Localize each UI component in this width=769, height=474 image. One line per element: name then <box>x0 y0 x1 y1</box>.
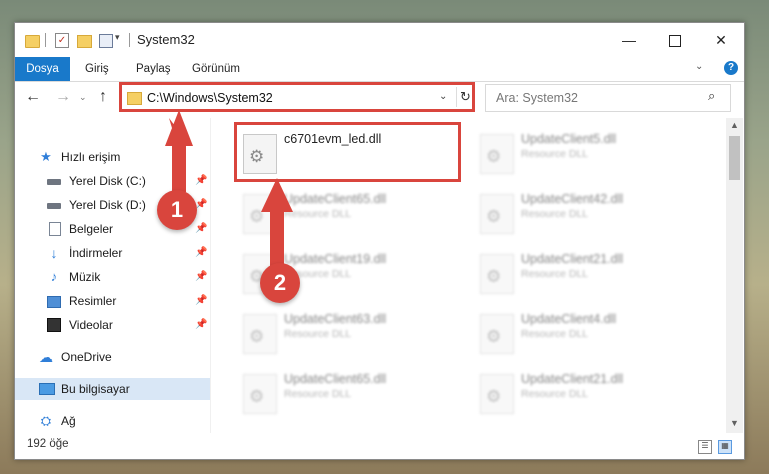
arrow-1 <box>165 110 193 192</box>
arrow-2 <box>261 178 293 266</box>
callout-1: 1 <box>157 190 197 230</box>
annotation-arrows <box>165 110 293 266</box>
callout-2: 2 <box>260 263 300 303</box>
